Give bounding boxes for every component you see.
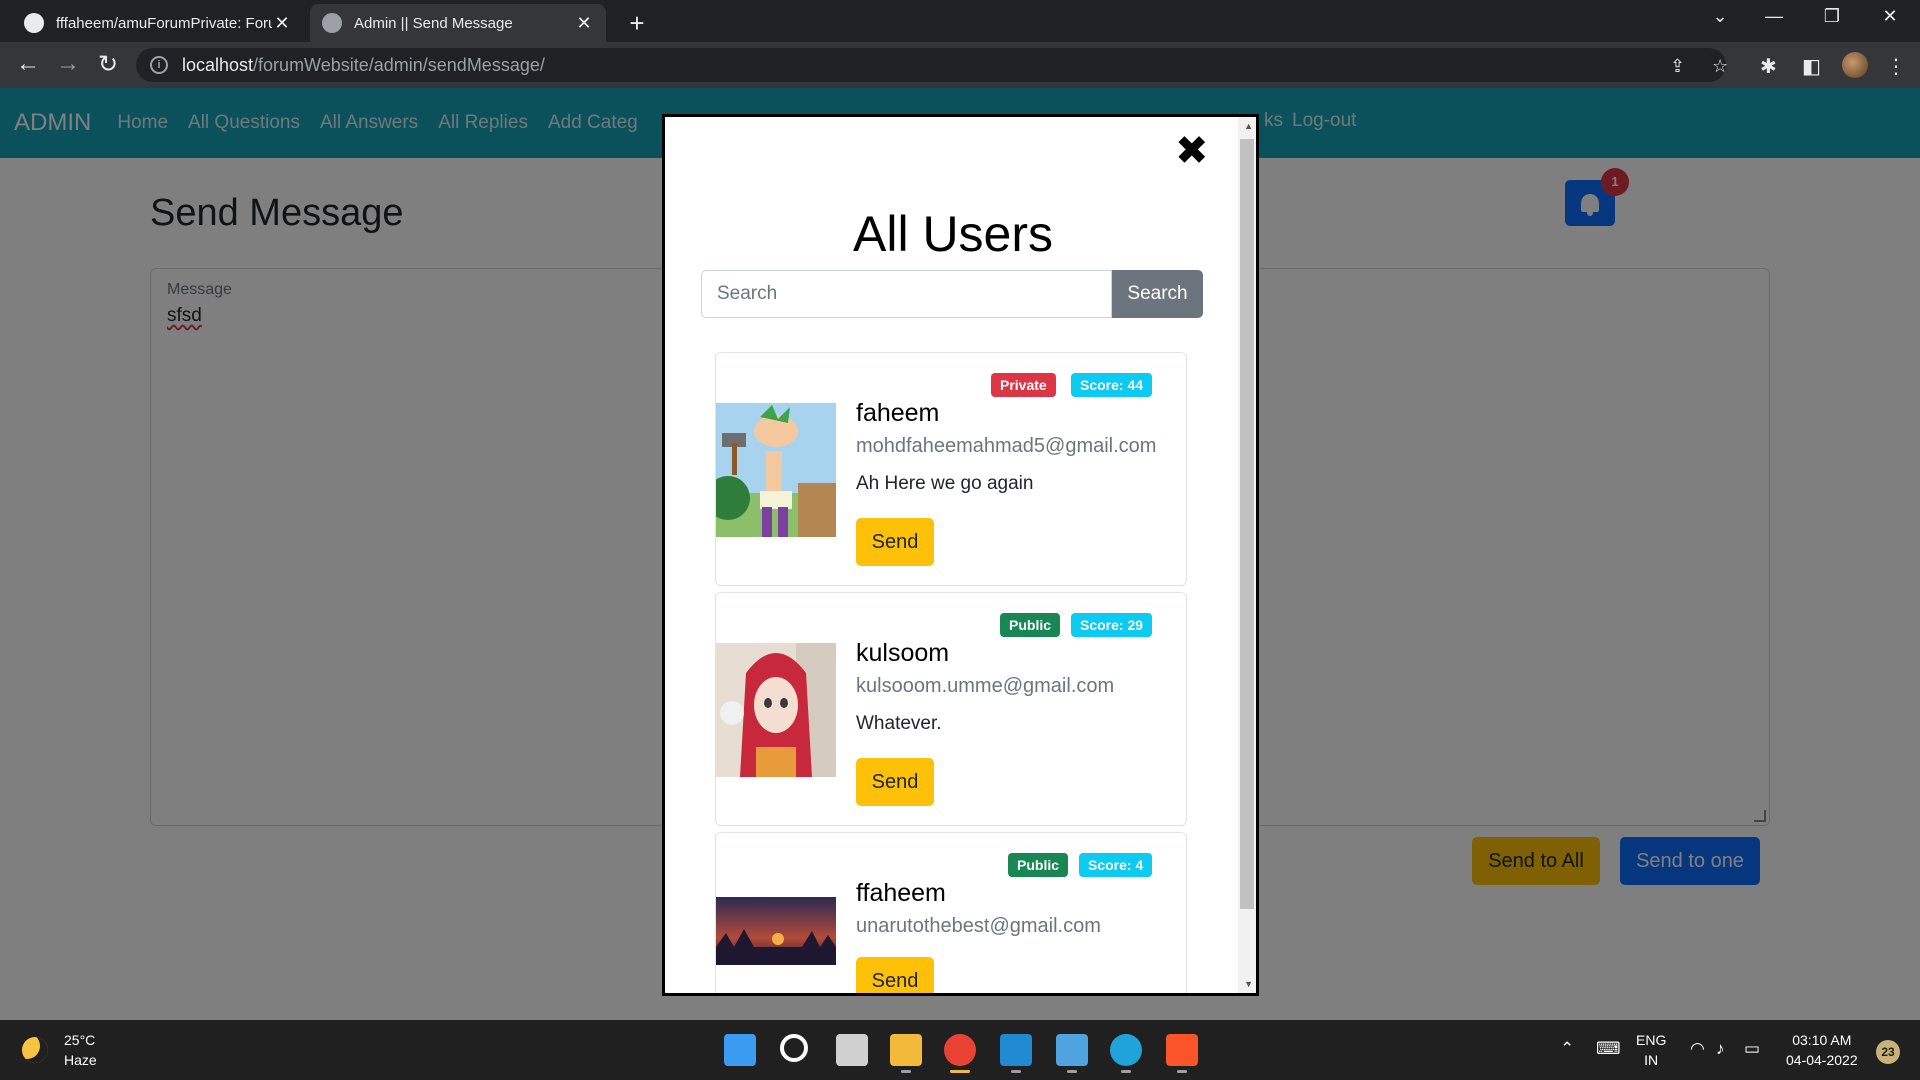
task-view-icon[interactable] <box>836 1034 868 1066</box>
running-indicator <box>1067 1070 1077 1073</box>
extensions-icon[interactable]: ✱ <box>1760 54 1777 79</box>
wifi-icon[interactable]: ◠ <box>1690 1039 1705 1059</box>
search-icon[interactable] <box>780 1034 808 1062</box>
running-indicator <box>1011 1070 1021 1073</box>
minimize-button[interactable]: — <box>1754 6 1794 27</box>
user-card: Public Score: 4 ffaheem unarutothebest@g… <box>715 832 1187 993</box>
browser-tab-bar: fffaheem/amuForumPrivate: Foru ✕ Admin |… <box>0 0 1920 42</box>
back-icon[interactable]: ← <box>12 50 44 78</box>
language-indicator[interactable]: ENG IN <box>1636 1030 1666 1070</box>
url-host: localhost <box>182 54 254 75</box>
running-indicator <box>901 1070 911 1073</box>
reload-icon[interactable]: ↻ <box>92 50 124 79</box>
info-icon[interactable]: i <box>150 56 168 74</box>
close-window-button[interactable]: ✕ <box>1870 6 1910 27</box>
running-indicator <box>1121 1070 1131 1073</box>
url-path: /forumWebsite/admin/sendMessage/ <box>253 54 545 75</box>
score-badge: Score: 44 <box>1071 373 1153 397</box>
user-name: faheem <box>856 399 940 427</box>
language-code: ENG <box>1636 1032 1667 1048</box>
user-avatar-image <box>716 897 836 965</box>
page-viewport: ADMIN Home All Questions All Answers All… <box>0 88 1920 1020</box>
send-button[interactable]: Send <box>856 957 934 993</box>
close-icon[interactable]: ✖ <box>1175 131 1209 171</box>
clock-date: 04-04-2022 <box>1786 1052 1858 1068</box>
edge-icon[interactable] <box>1110 1034 1142 1066</box>
visibility-badge: Private <box>991 373 1056 397</box>
taskbar: 25°C Haze ⌃ ⌨ ENG IN ◠ ♪ ▭ 03:10 AM 04-0… <box>0 1020 1920 1080</box>
clock-time: 03:10 AM <box>1792 1032 1852 1048</box>
users-modal: ✖ All Users Search Private Score: 44 <box>662 114 1259 996</box>
battery-icon[interactable]: ▭ <box>1744 1039 1760 1059</box>
search-input[interactable] <box>701 270 1112 318</box>
score-badge: Score: 29 <box>1071 613 1153 637</box>
moon-icon <box>22 1037 48 1063</box>
start-icon[interactable] <box>724 1034 756 1066</box>
clock[interactable]: 03:10 AM 04-04-2022 <box>1786 1030 1858 1070</box>
user-avatar-image <box>716 403 836 537</box>
modal-title: All Users <box>852 206 1054 262</box>
side-panel-icon[interactable]: ◧ <box>1802 54 1821 79</box>
user-email: mohdfaheemahmad5@gmail.com <box>856 435 1157 457</box>
close-tab-icon[interactable]: ✕ <box>272 13 292 34</box>
file-explorer-icon[interactable] <box>890 1034 922 1066</box>
notepad-icon[interactable] <box>1056 1034 1088 1066</box>
user-card: Public Score: 29 kulsoom kulsooom.umme@g… <box>715 592 1187 826</box>
score-badge: Score: 4 <box>1079 853 1153 877</box>
chrome-icon[interactable] <box>944 1034 976 1066</box>
github-icon <box>24 13 44 33</box>
notification-count-badge[interactable]: 23 <box>1876 1040 1900 1064</box>
scroll-up-icon[interactable]: ▲ <box>1244 121 1253 131</box>
vscode-icon[interactable] <box>1000 1034 1032 1066</box>
active-indicator <box>950 1070 970 1073</box>
scroll-down-icon[interactable]: ▼ <box>1244 979 1253 989</box>
user-bio: Ah Here we go again <box>856 473 1034 494</box>
brave-icon[interactable] <box>1166 1034 1198 1066</box>
new-tab-button[interactable]: + <box>622 8 652 39</box>
keyboard-icon[interactable]: ⌨ <box>1596 1039 1621 1059</box>
volume-icon[interactable]: ♪ <box>1716 1039 1725 1059</box>
forward-icon[interactable]: → <box>52 50 84 78</box>
profile-avatar[interactable] <box>1842 52 1868 78</box>
weather-condition: Haze <box>64 1052 97 1068</box>
visibility-badge: Public <box>1000 613 1061 637</box>
tab-search-icon[interactable]: ⌄ <box>1700 6 1740 27</box>
running-indicator <box>1177 1070 1187 1073</box>
chevron-up-icon[interactable]: ⌃ <box>1560 1039 1574 1059</box>
send-button[interactable]: Send <box>856 758 934 806</box>
share-icon[interactable]: ⇪ <box>1670 56 1685 77</box>
user-card: Private Score: 44 faheem mohdfaheemahmad… <box>715 352 1187 586</box>
user-name: kulsoom <box>856 639 950 667</box>
scrollbar-thumb[interactable] <box>1240 139 1254 909</box>
globe-icon <box>322 13 342 33</box>
visibility-badge: Public <box>1008 853 1069 877</box>
user-avatar-image <box>716 643 836 777</box>
weather-temp: 25°C <box>64 1032 96 1048</box>
tab-title: Admin || Send Message <box>354 14 513 32</box>
maximize-button[interactable]: ❐ <box>1812 6 1852 27</box>
user-email: kulsooom.umme@gmail.com <box>856 675 1115 697</box>
modal-scrollbar[interactable]: ▲ ▼ <box>1238 117 1256 993</box>
weather-widget[interactable]: 25°C Haze <box>22 1030 97 1070</box>
tab-title: fffaheem/amuForumPrivate: Foru <box>56 14 272 32</box>
browser-tab-admin[interactable]: Admin || Send Message ✕ <box>310 4 606 42</box>
search-button[interactable]: Search <box>1112 270 1203 318</box>
bookmark-star-icon[interactable]: ☆ <box>1712 56 1728 77</box>
user-bio: Whatever. <box>856 713 942 734</box>
browser-toolbar: ← → ↻ i localhost /forumWebsite/admin/se… <box>0 42 1920 88</box>
browser-tab-github[interactable]: fffaheem/amuForumPrivate: Foru ✕ <box>12 4 304 42</box>
send-button[interactable]: Send <box>856 518 934 566</box>
menu-icon[interactable]: ⋮ <box>1886 54 1906 79</box>
user-email: unarutothebest@gmail.com <box>856 915 1101 937</box>
address-bar[interactable]: i localhost /forumWebsite/admin/sendMess… <box>136 48 1726 82</box>
region-code: IN <box>1644 1052 1659 1068</box>
close-tab-icon[interactable]: ✕ <box>574 13 594 34</box>
user-name: ffaheem <box>856 879 946 907</box>
